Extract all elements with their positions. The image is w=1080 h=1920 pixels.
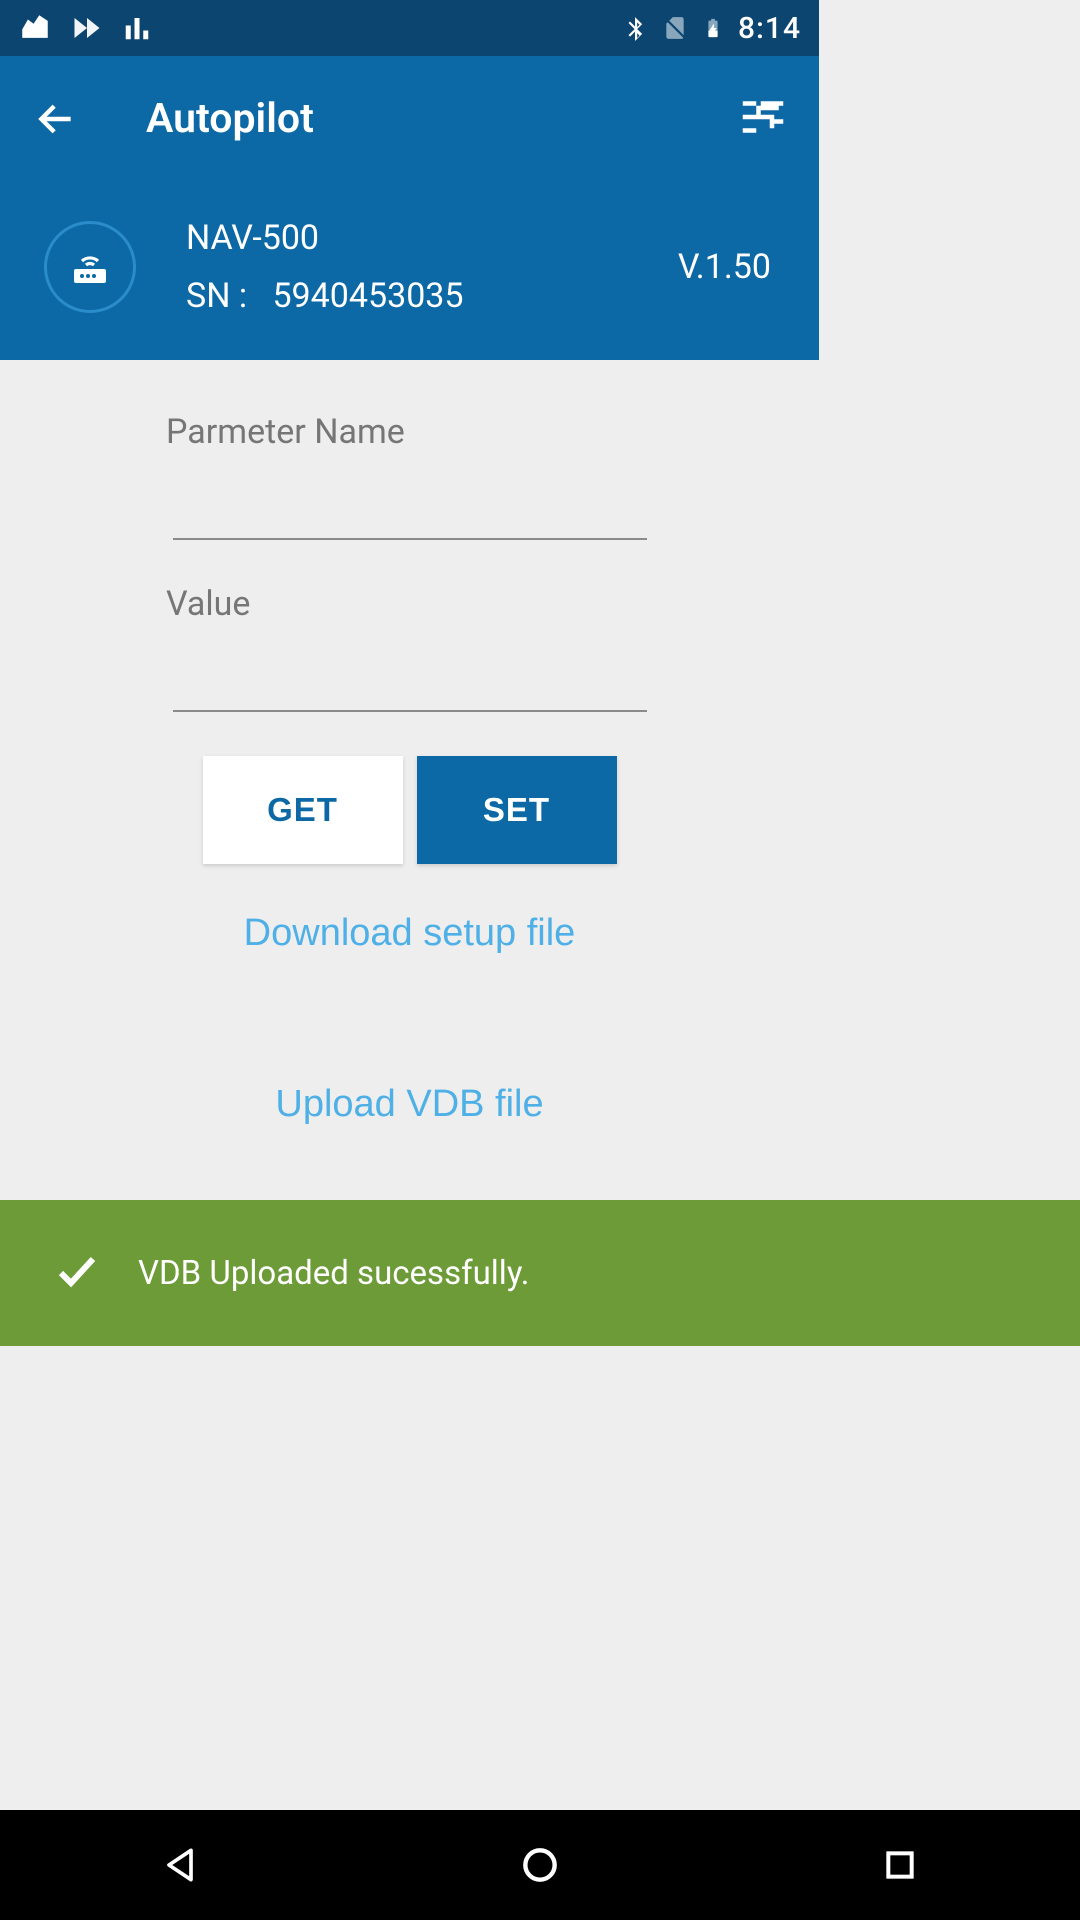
sn-label: SN :	[186, 276, 247, 316]
back-button[interactable]	[26, 89, 86, 149]
tune-button[interactable]	[733, 89, 793, 149]
no-sim-icon	[662, 13, 688, 43]
form-area: Parmeter Name Value GET SET Download set…	[0, 360, 819, 1126]
nav-home-button[interactable]	[480, 1825, 600, 1905]
app-notification-icon-1	[18, 11, 52, 45]
value-input[interactable]	[173, 652, 647, 712]
device-name: NAV-500	[186, 218, 678, 258]
app-notification-icon-2	[72, 13, 102, 43]
device-text: NAV-500 SN : 5940453035	[186, 218, 678, 316]
nav-back-button[interactable]	[120, 1825, 240, 1905]
tune-icon	[736, 90, 790, 148]
upload-vdb-link[interactable]: Upload VDB file	[46, 1083, 773, 1126]
nav-recent-button[interactable]	[840, 1825, 960, 1905]
status-time: 8:14	[738, 11, 801, 46]
parameter-name-input[interactable]	[173, 480, 647, 540]
toast-message: VDB Uploaded sucessfully.	[138, 1254, 529, 1293]
status-right: 8:14	[622, 11, 801, 46]
set-button[interactable]: SET	[417, 756, 617, 864]
check-icon	[46, 1247, 108, 1299]
toast-success: VDB Uploaded sucessfully.	[0, 1200, 1080, 1346]
parameter-name-label: Parmeter Name	[166, 412, 773, 452]
get-button[interactable]: GET	[203, 756, 403, 864]
page-title: Autopilot	[146, 95, 733, 143]
device-icon	[44, 221, 136, 313]
sn-value: 5940453035	[272, 276, 463, 316]
value-label: Value	[166, 584, 773, 624]
device-serial: SN : 5940453035	[186, 276, 678, 316]
status-bar: 8:14	[0, 0, 819, 56]
status-left	[18, 11, 152, 45]
bluetooth-icon	[622, 13, 648, 43]
system-nav-bar	[0, 1810, 1080, 1920]
device-version: V.1.50	[678, 247, 771, 287]
battery-charging-icon	[702, 13, 724, 43]
button-row: GET SET	[46, 756, 773, 864]
app-bar: Autopilot	[0, 56, 819, 182]
app-notification-icon-3	[122, 13, 152, 43]
device-panel: NAV-500 SN : 5940453035 V.1.50	[0, 182, 819, 360]
download-setup-link[interactable]: Download setup file	[46, 912, 773, 955]
